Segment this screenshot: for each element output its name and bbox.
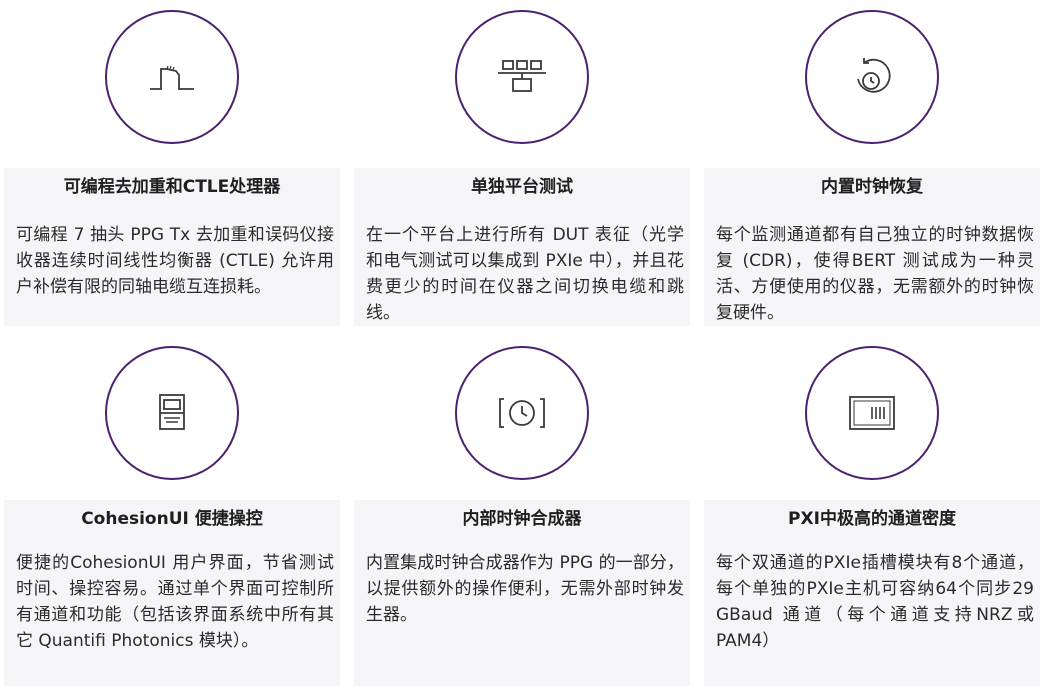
network-modules-icon	[498, 60, 546, 92]
feature-title: PXI中极高的通道密度	[788, 509, 956, 529]
feature-title: 可编程去加重和CTLE处理器	[63, 177, 281, 197]
feature-icon-circle	[805, 10, 939, 144]
feature-description: 在一个平台上进行所有 DUT 表征（光学和电气测试可以集成到 PXIe 中），并…	[366, 225, 684, 323]
waveform-pulse-icon	[150, 65, 194, 90]
feature-title: 单独平台测试	[471, 177, 573, 197]
feature-description: 便捷的CohesionUI 用户界面，节省测试时间、操控容易。通过单个界面可控制…	[16, 553, 334, 651]
feature-icon-circle	[105, 346, 239, 480]
feature-panel: CohesionUI 便捷操控 便捷的CohesionUI 用户界面，节省测试时…	[4, 500, 340, 686]
feature-description: 每个双通道的PXIe插槽模块有8个通道，每个单独的PXIe主机可容纳64个同步2…	[716, 553, 1034, 651]
feature-title: CohesionUI 便捷操控	[81, 509, 263, 529]
feature-panel: 可编程去加重和CTLE处理器 可编程 7 抽头 PPG Tx 去加重和误码仪接收…	[4, 168, 340, 326]
feature-description: 内置集成时钟合成器作为 PPG 的一部分，以提供额外的操作便利，无需外部时钟发生…	[366, 553, 684, 625]
feature-panel: 单独平台测试 在一个平台上进行所有 DUT 表征（光学和电气测试可以集成到 PX…	[354, 168, 690, 326]
feature-description: 可编程 7 抽头 PPG Tx 去加重和误码仪接收器连续时间线性均衡器 (CTL…	[16, 225, 334, 297]
feature-description: 每个监测通道都有自己独立的时钟数据恢复 (CDR)，使得BERT 测试成为一种灵…	[716, 225, 1034, 323]
feature-panel: PXI中极高的通道密度 每个双通道的PXIe插槽模块有8个通道，每个单独的PXI…	[704, 500, 1040, 686]
feature-panel: 内部时钟合成器 内置集成时钟合成器作为 PPG 的一部分，以提供额外的操作便利，…	[354, 500, 690, 686]
feature-icon-circle	[105, 10, 239, 144]
feature-icon-circle	[805, 346, 939, 480]
feature-icon-circle	[455, 346, 589, 480]
feature-title: 内部时钟合成器	[462, 509, 582, 529]
feature-panel: 内置时钟恢复 每个监测通道都有自己独立的时钟数据恢复 (CDR)，使得BERT …	[704, 168, 1040, 326]
instrument-panel-icon	[159, 394, 185, 430]
feature-icon-circle	[455, 10, 589, 144]
channel-density-icon	[849, 396, 895, 430]
clock-synthesizer-icon	[499, 398, 545, 428]
clock-recovery-icon	[857, 58, 891, 93]
feature-title: 内置时钟恢复	[821, 177, 923, 197]
